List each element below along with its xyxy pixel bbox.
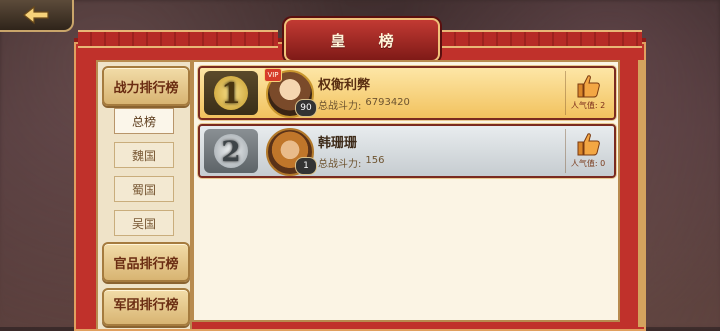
popularity-label: 人气值: [570,101,598,110]
player-name: 权衡利弊 [318,78,371,93]
tab-legion-ranking-label: 军团排行榜 [113,298,179,313]
sub-tab-shu-label: 蜀国 [131,182,156,197]
tab-legion-ranking[interactable]: 军团排行榜 [102,288,190,326]
ranking-list: 1 VIP 90 权衡利弊 总战斗力: 6793420 人气值: 2 2 1 韩… [192,60,620,322]
total-power-label: 总战斗力: [318,101,362,112]
tab-combat-ranking[interactable]: 战力排行榜 [102,66,190,106]
thumbs-up-icon [577,75,600,98]
rank-badge-silver: 2 [204,129,258,173]
sub-tab-wu-label: 吴国 [131,216,156,231]
popularity-label: 人气值: [570,159,598,168]
frame-ornament-right [442,30,642,48]
vip-label: VIP [267,71,279,79]
total-power-value: 156 [365,155,385,166]
total-power-value: 6793420 [365,97,410,108]
sub-tab-wu[interactable]: 吴国 [114,210,174,236]
popularity-value: 0 [600,159,606,168]
popularity: 人气值: 2 [571,100,605,111]
tab-official-ranking-label: 官品排行榜 [113,256,179,272]
sub-tab-overall-label: 总榜 [131,114,156,129]
frame-ornament-left [78,30,278,48]
sub-tab-wei[interactable]: 魏国 [114,142,174,168]
rank-medal: 2 [214,134,248,168]
page-title: 皇 榜 [330,31,408,50]
sub-tab-wei-label: 魏国 [131,148,156,163]
rank-number: 1 [221,76,241,110]
thumbs-up-icon [577,133,600,156]
player-level: 1 [295,157,317,175]
popularity: 人气值: 0 [571,158,605,169]
rank-badge-gold: 1 [204,71,258,115]
total-power: 总战斗力: 156 [318,155,384,170]
total-power: 总战斗力: 6793420 [318,97,410,112]
ranking-row-2[interactable]: 2 1 韩珊珊 总战斗力: 156 人气值: 0 [198,124,616,178]
tab-official-ranking[interactable]: 官品排行榜 [102,242,190,282]
arrow-left-icon [23,5,49,25]
sidebar: 战力排行榜 总榜 魏国 蜀国 吴国 官品排行榜 军团排行榜 [96,60,192,329]
popularity-value: 2 [600,101,606,110]
back-button[interactable] [0,0,74,32]
frame-side-strip [638,60,646,327]
rank-medal: 1 [214,76,248,110]
sub-tab-shu[interactable]: 蜀国 [114,176,174,202]
player-name: 韩珊珊 [318,136,358,151]
tab-combat-ranking-label: 战力排行榜 [113,80,179,96]
rank-number: 2 [221,134,241,168]
vip-badge: VIP [264,68,282,82]
like-button[interactable]: 人气值: 2 [565,71,610,115]
total-power-label: 总战斗力: [318,159,362,170]
like-button[interactable]: 人气值: 0 [565,129,610,173]
title-plate: 皇 榜 [284,18,440,62]
player-level: 90 [295,99,317,117]
sub-tab-overall[interactable]: 总榜 [114,108,174,134]
ranking-row-1[interactable]: 1 VIP 90 权衡利弊 总战斗力: 6793420 人气值: 2 [198,66,616,120]
